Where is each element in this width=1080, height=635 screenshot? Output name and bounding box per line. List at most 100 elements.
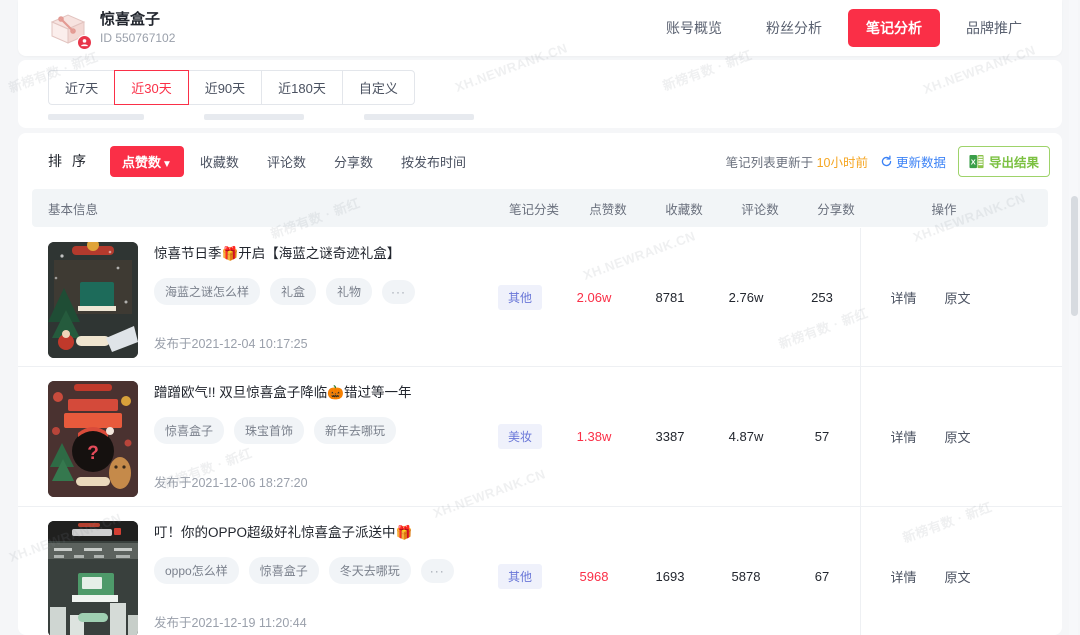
svg-text:?: ? [87, 443, 99, 464]
note-basic-info: 叮！你的OPPO超级好礼惊喜盒子派送中🎁 oppo怎么样 惊喜盒子 冬天去哪玩 … [18, 507, 484, 635]
note-favorites-cell: 3387 [632, 367, 708, 506]
note-tags-more-button[interactable]: ··· [382, 279, 416, 304]
category-badge: 其他 [497, 284, 542, 310]
excel-icon: X [969, 154, 984, 168]
date-tab-7d[interactable]: 近7天 [48, 70, 115, 105]
table-row[interactable]: ? 蹭蹭欧气!! 双旦惊喜盒子降临🎃错过等一年 惊喜盒子 珠宝首饰 新年去哪玩 … [18, 367, 1062, 507]
table-row[interactable]: 叮！你的OPPO超级好礼惊喜盒子派送中🎁 oppo怎么样 惊喜盒子 冬天去哪玩 … [18, 507, 1062, 635]
original-link[interactable]: 原文 [945, 288, 971, 307]
vertical-scrollbar-thumb[interactable] [1071, 196, 1078, 316]
note-thumbnail-3[interactable] [48, 521, 138, 635]
avatar[interactable] [48, 8, 92, 50]
nav-item-account-overview[interactable]: 账号概览 [648, 9, 740, 47]
comments-value: 2.76w [728, 289, 764, 305]
table-row[interactable]: 惊喜节日季🎁开启【海蓝之谜奇迹礼盒】 海蓝之谜怎么样 礼盒 礼物 ··· 发布于… [18, 227, 1062, 367]
column-header-comments: 评论数 [741, 202, 779, 217]
note-operations-cell: 详情 原文 [860, 507, 1000, 635]
sort-option-favorites[interactable]: 收藏数 [188, 146, 251, 177]
note-text-block: 蹭蹭欧气!! 双旦惊喜盒子降临🎃错过等一年 惊喜盒子 珠宝首饰 新年去哪玩 发布… [154, 381, 484, 491]
detail-link[interactable]: 详情 [890, 288, 916, 307]
note-tag[interactable]: 珠宝首饰 [234, 417, 305, 444]
note-tag[interactable]: 新年去哪玩 [314, 417, 397, 444]
vertical-scrollbar-track[interactable] [1069, 0, 1078, 635]
sort-option-shares[interactable]: 分享数 [322, 146, 385, 177]
date-tab-90d[interactable]: 近90天 [188, 70, 262, 105]
note-tag[interactable]: 海蓝之谜怎么样 [154, 278, 261, 305]
column-header-shares: 分享数 [817, 202, 855, 217]
note-tag[interactable]: oppo怎么样 [154, 557, 239, 584]
sort-toolbar: 排序 点赞数▼ 收藏数 评论数 分享数 按发布时间 笔记列表更新于 10小时前 … [18, 133, 1062, 189]
note-tag[interactable]: 冬天去哪玩 [328, 557, 411, 584]
note-favorites-cell: 8781 [632, 228, 708, 366]
note-title[interactable]: 惊喜节日季🎁开启【海蓝之谜奇迹礼盒】 [154, 244, 484, 264]
main-nav: 账号概览 粉丝分析 笔记分析 品牌推广 [648, 9, 1040, 47]
detail-link[interactable]: 详情 [890, 427, 916, 446]
clipped-filter-placeholder [204, 114, 304, 120]
note-text-block: 惊喜节日季🎁开启【海蓝之谜奇迹礼盒】 海蓝之谜怎么样 礼盒 礼物 ··· 发布于… [154, 242, 484, 352]
refresh-icon [881, 154, 892, 166]
table-header: 基本信息 笔记分类 点赞数 收藏数 评论数 分享数 操作 [32, 189, 1048, 227]
note-operations-cell: 详情 原文 [860, 228, 1000, 366]
date-tab-30d[interactable]: 近30天 [114, 70, 189, 105]
favorites-value: 1693 [655, 569, 685, 584]
export-result-button[interactable]: X 导出结果 [957, 145, 1050, 177]
refresh-data-button[interactable]: 更新数据 [880, 152, 946, 171]
note-tag[interactable]: 惊喜盒子 [248, 557, 319, 584]
clipped-filter-row [48, 114, 1062, 120]
note-thumbnail-1[interactable] [48, 242, 138, 358]
note-tags: oppo怎么样 惊喜盒子 冬天去哪玩 ··· [154, 557, 484, 584]
note-title[interactable]: 叮！你的OPPO超级好礼惊喜盒子派送中🎁 [154, 523, 484, 543]
note-publish-time: 发布于2021-12-04 10:17:25 [154, 337, 308, 351]
note-thumbnail-2[interactable]: ? [48, 381, 138, 497]
note-tags-more-button[interactable]: ··· [420, 558, 454, 583]
update-time: 10小时前 [816, 155, 868, 170]
sort-option-likes[interactable]: 点赞数▼ [110, 145, 184, 177]
account-info: 惊喜盒子 ID 550767102 [100, 10, 175, 47]
note-tag[interactable]: 礼盒 [270, 278, 317, 305]
column-header-basic-info: 基本信息 [48, 202, 99, 217]
note-comments-cell: 4.87w [708, 367, 784, 506]
detail-link[interactable]: 详情 [890, 567, 916, 586]
note-likes-cell: 1.38w [556, 367, 632, 506]
note-text-block: 叮！你的OPPO超级好礼惊喜盒子派送中🎁 oppo怎么样 惊喜盒子 冬天去哪玩 … [154, 521, 484, 631]
clipped-filter-placeholder [48, 114, 144, 120]
note-category-cell: 美妆 [484, 367, 556, 506]
original-link[interactable]: 原文 [945, 427, 971, 446]
sort-option-publish-time[interactable]: 按发布时间 [389, 146, 478, 177]
note-tag[interactable]: 惊喜盒子 [154, 417, 225, 444]
note-operations-cell: 详情 原文 [860, 367, 1000, 506]
date-tab-180d[interactable]: 近180天 [261, 70, 342, 105]
original-link[interactable]: 原文 [945, 567, 971, 586]
sort-option-likes-label: 点赞数 [122, 154, 162, 170]
nav-item-note-analysis[interactable]: 笔记分析 [848, 9, 940, 47]
column-header-likes: 点赞数 [589, 202, 627, 217]
note-favorites-cell: 1693 [632, 507, 708, 635]
note-basic-info: 惊喜节日季🎁开启【海蓝之谜奇迹礼盒】 海蓝之谜怎么样 礼盒 礼物 ··· 发布于… [18, 228, 484, 366]
nav-item-fan-analysis[interactable]: 粉丝分析 [748, 9, 840, 47]
note-publish-time: 发布于2021-12-19 11:20:44 [154, 616, 307, 630]
column-header-favorites: 收藏数 [665, 202, 703, 217]
refresh-data-label: 更新数据 [895, 155, 946, 170]
note-comments-cell: 5878 [708, 507, 784, 635]
note-tags: 海蓝之谜怎么样 礼盒 礼物 ··· [154, 278, 484, 305]
comments-value: 5878 [731, 569, 761, 584]
note-category-cell: 其他 [484, 228, 556, 366]
update-prefix: 笔记列表更新于 [725, 155, 817, 170]
note-likes-cell: 5968 [556, 507, 632, 635]
update-status: 笔记列表更新于 10小时前 [726, 152, 868, 171]
note-title[interactable]: 蹭蹭欧气!! 双旦惊喜盒子降临🎃错过等一年 [154, 383, 484, 403]
column-header-category: 笔记分类 [508, 202, 559, 217]
note-tag[interactable]: 礼物 [326, 278, 373, 305]
sort-option-comments[interactable]: 评论数 [255, 146, 318, 177]
shares-value: 253 [811, 289, 833, 305]
clipped-filter-placeholder [364, 114, 474, 120]
svg-text:X: X [971, 157, 976, 166]
category-badge: 其他 [497, 564, 542, 589]
app-header: 惊喜盒子 ID 550767102 账号概览 粉丝分析 笔记分析 品牌推广 [18, 0, 1062, 56]
nav-item-brand-promotion[interactable]: 品牌推广 [948, 9, 1040, 47]
note-tags: 惊喜盒子 珠宝首饰 新年去哪玩 [154, 417, 484, 444]
likes-value: 2.06w [576, 289, 612, 305]
note-list-panel: 排序 点赞数▼ 收藏数 评论数 分享数 按发布时间 笔记列表更新于 10小时前 … [18, 133, 1062, 635]
date-tab-custom[interactable]: 自定义 [341, 70, 415, 105]
likes-value: 1.38w [576, 429, 612, 444]
